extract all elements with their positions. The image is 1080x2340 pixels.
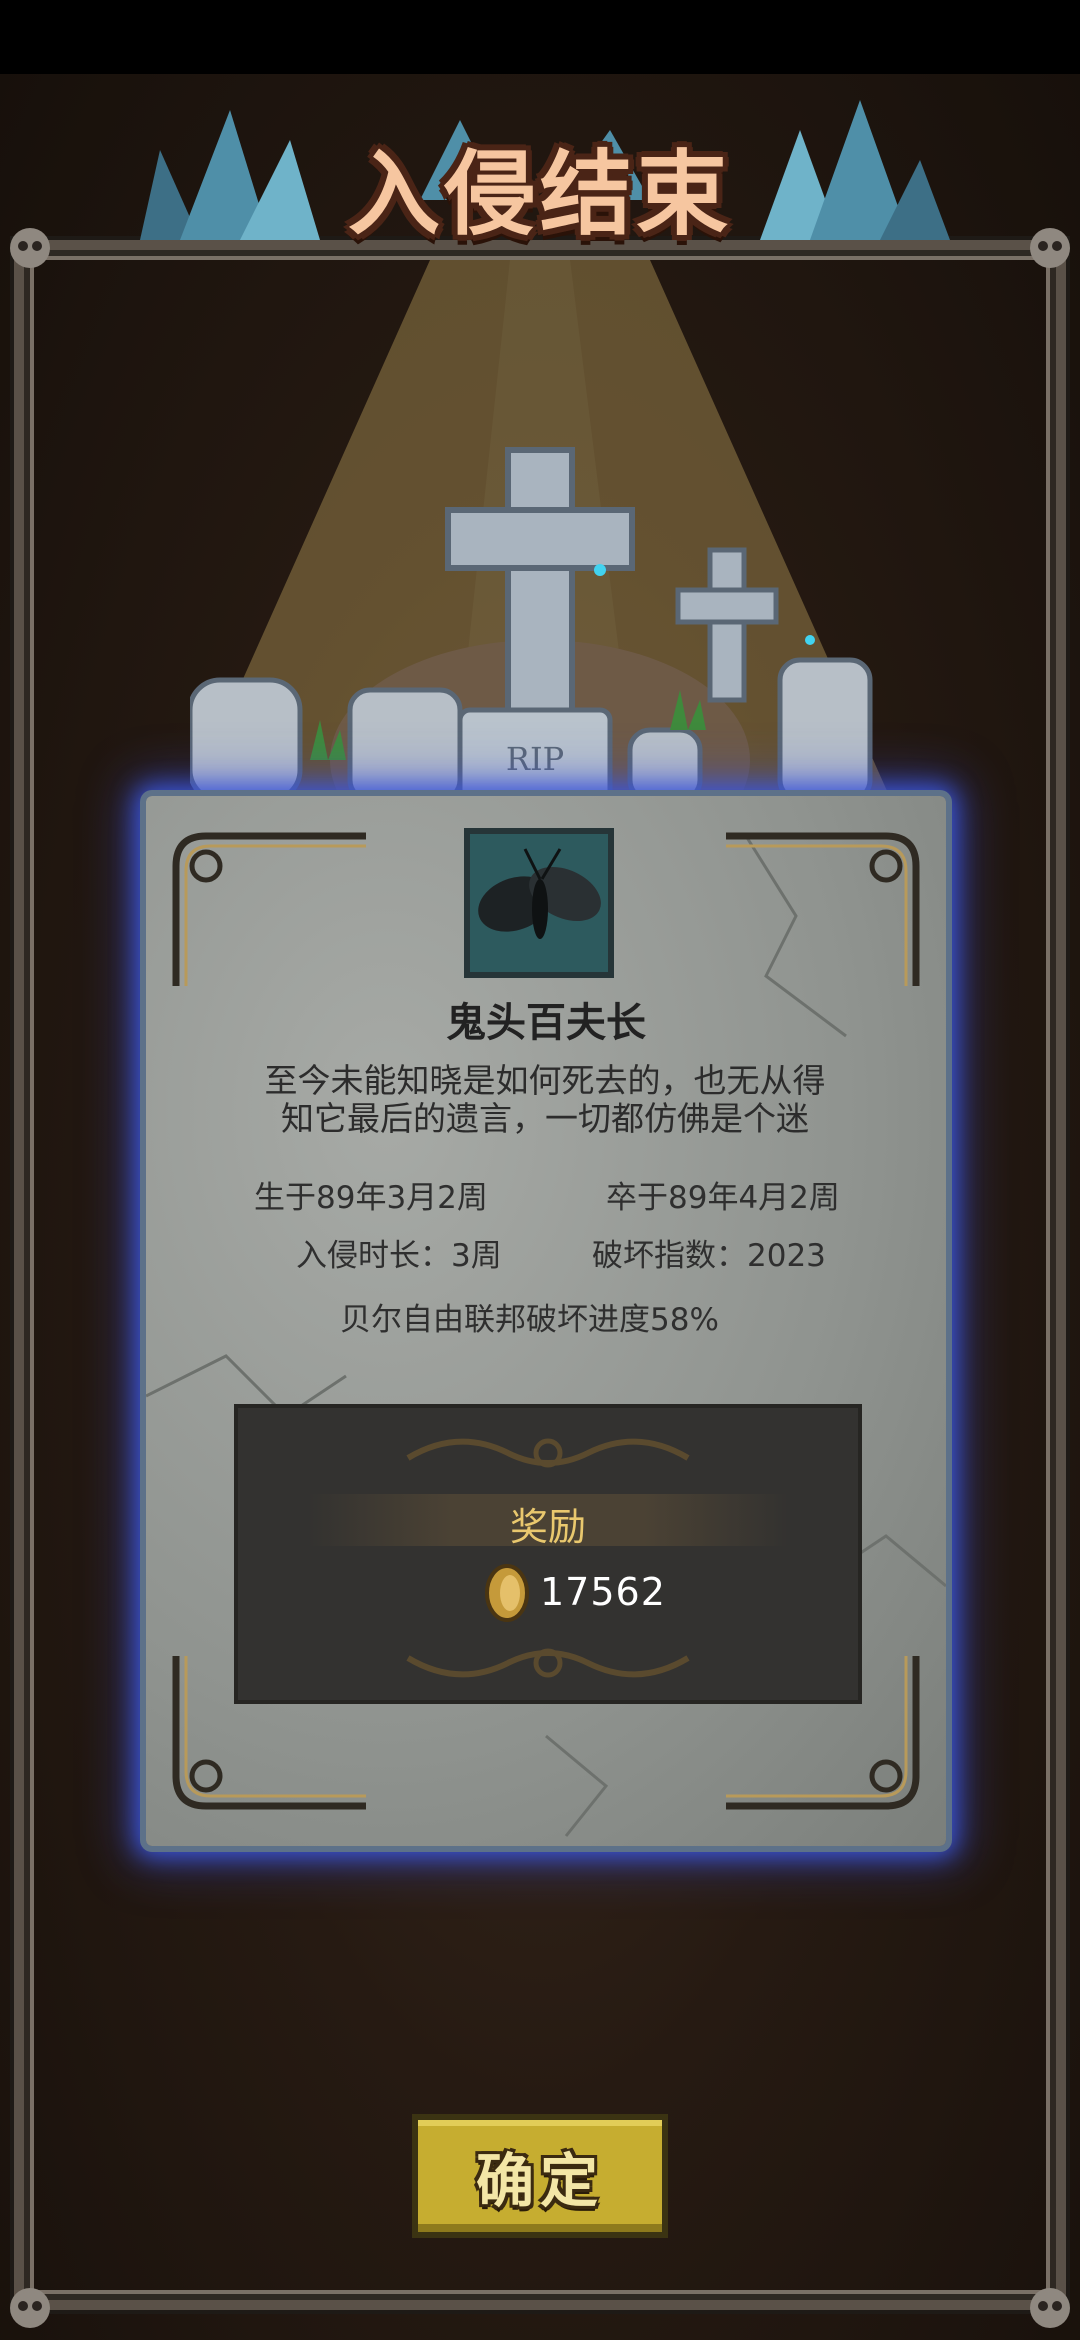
- title-banner: 入侵结束: [120, 90, 960, 270]
- creature-portrait: [464, 828, 614, 978]
- skull-corner-ornament: [10, 2288, 50, 2328]
- death-date: 卒于89年4月2周: [606, 1180, 840, 1216]
- reward-label: 奖励: [509, 1505, 586, 1549]
- skull-corner-ornament: [1030, 228, 1070, 268]
- destruction-progress: 贝尔自由联邦破坏进度58%: [340, 1302, 719, 1338]
- skull-corner-ornament: [1030, 2288, 1070, 2328]
- status-bar: [0, 0, 1080, 74]
- confirm-button-label: 确定: [475, 2147, 604, 2215]
- scroll-ornament-top: [406, 1438, 690, 1468]
- invasion-result-screen: 入侵结束 RIP 鬼头百夫长 至今未能知晓是如何死去的，也无从得 知它最后的遗言…: [0, 0, 1080, 2340]
- born-date: 生于89年3月2周: [254, 1180, 488, 1216]
- epitaph-text: 至今未能知晓是如何死去的，也无从得 知它最后的遗言，一切都仿佛是个迷: [220, 1062, 870, 1138]
- rip-text: RIP: [506, 740, 564, 778]
- gold-coin-icon: [485, 1564, 529, 1622]
- creature-name: 鬼头百夫长: [446, 1000, 646, 1046]
- moth-icon: [478, 848, 601, 939]
- epitaph-line: 知它最后的遗言，一切都仿佛是个迷: [281, 1099, 809, 1138]
- scroll-ornament-bottom: [406, 1648, 690, 1678]
- graveyard-illustration: RIP: [190, 447, 873, 810]
- invasion-duration: 入侵时长：3周: [296, 1238, 502, 1274]
- skull-corner-ornament: [10, 228, 50, 268]
- reward-box: 奖励 17562: [234, 1404, 862, 1704]
- confirm-button[interactable]: 确定: [412, 2114, 668, 2238]
- page-title: 入侵结束: [347, 141, 732, 248]
- reward-amount: 17562: [540, 1570, 666, 1614]
- epitaph-line: 至今未能知晓是如何死去的，也无从得: [264, 1061, 826, 1100]
- damage-index: 破坏指数：2023: [592, 1238, 826, 1274]
